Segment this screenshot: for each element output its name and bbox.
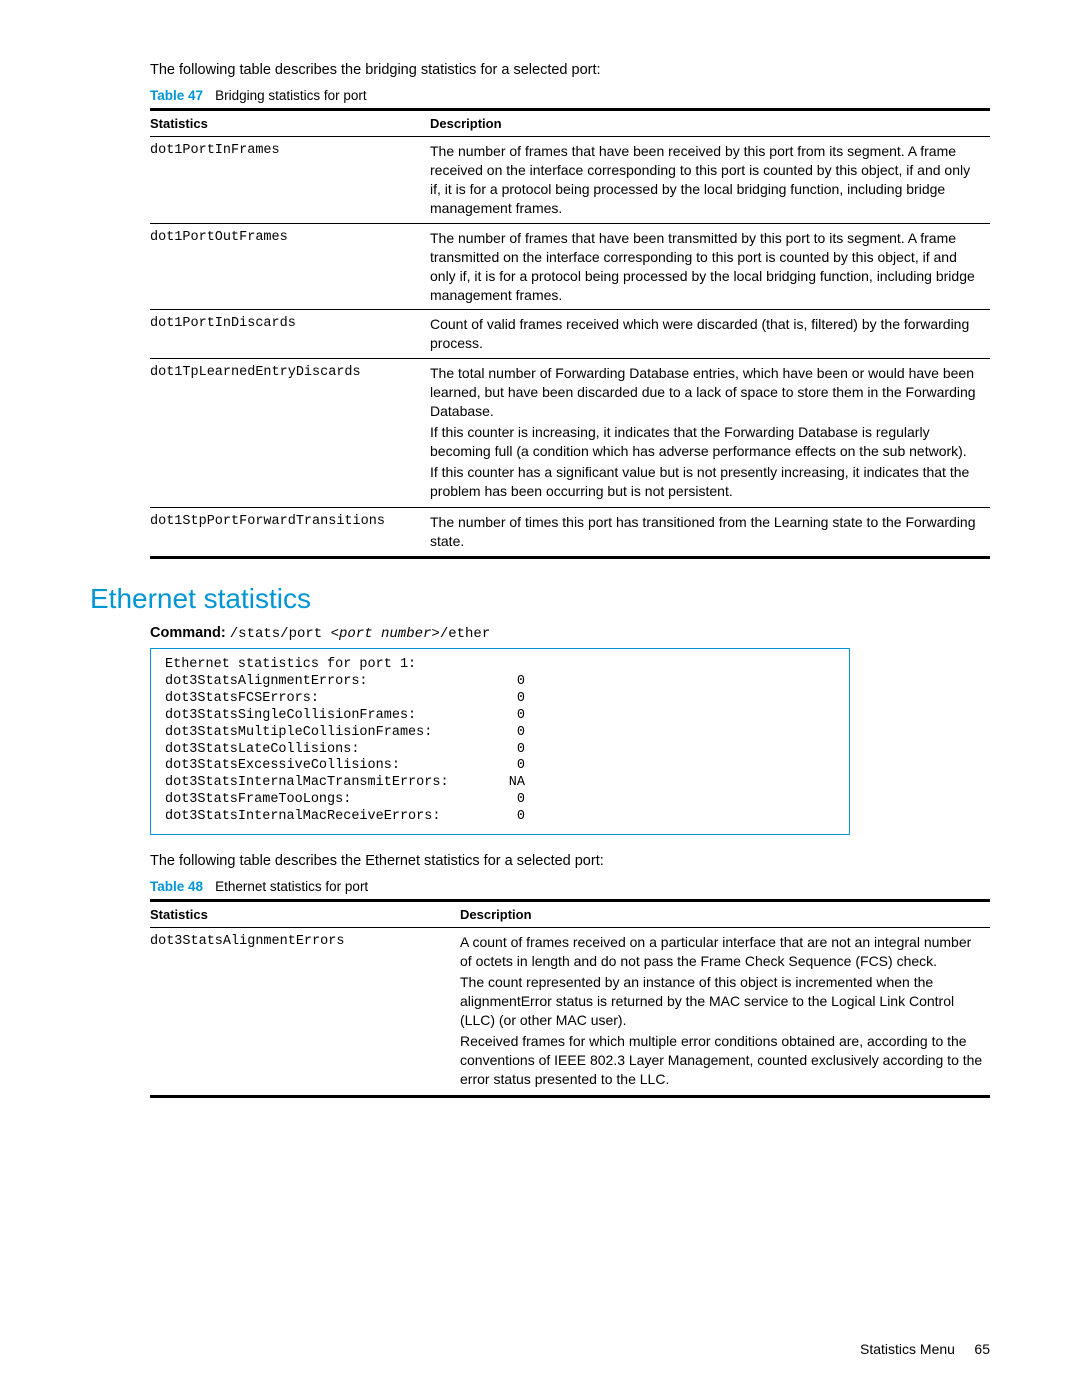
intro-text-48: The following table describes the Ethern… xyxy=(150,851,990,871)
output-line: dot3StatsInternalMacTransmitErrors:NA xyxy=(165,775,835,792)
table-48-header-statistics: Statistics xyxy=(150,901,460,928)
table-row: dot1PortOutFrames The number of frames t… xyxy=(150,223,990,310)
table-48-label: Table 48 xyxy=(150,879,203,894)
table-48-caption: Table 48 Ethernet statistics for port xyxy=(150,879,990,895)
output-line: dot3StatsExcessiveCollisions:0 xyxy=(165,758,835,775)
table-row: dot1StpPortForwardTransitions The number… xyxy=(150,508,990,558)
table-48-header-description: Description xyxy=(460,901,990,928)
footer-section: Statistics Menu xyxy=(860,1341,955,1357)
stat-name: dot1PortOutFrames xyxy=(150,223,430,310)
output-title: Ethernet statistics for port 1: xyxy=(165,657,835,674)
stat-desc: The total number of Forwarding Database … xyxy=(430,359,990,508)
output-line: dot3StatsInternalMacReceiveErrors:0 xyxy=(165,809,835,826)
command-label: Command: xyxy=(150,625,226,641)
output-line: dot3StatsLateCollisions:0 xyxy=(165,742,835,759)
table-row: dot3StatsAlignmentErrors A count of fram… xyxy=(150,928,990,1097)
stat-name: dot1PortInDiscards xyxy=(150,310,430,359)
stat-desc: The number of times this port has transi… xyxy=(430,508,990,558)
command-param: <port number> xyxy=(331,626,440,642)
table-47-header-description: Description xyxy=(430,110,990,137)
output-line: dot3StatsAlignmentErrors:0 xyxy=(165,674,835,691)
table-row: dot1PortInFrames The number of frames th… xyxy=(150,137,990,224)
table-47: Statistics Description dot1PortInFrames … xyxy=(150,108,990,559)
stat-desc: The number of frames that have been rece… xyxy=(430,137,990,224)
section-heading-ethernet: Ethernet statistics xyxy=(90,583,990,615)
table-48: Statistics Description dot3StatsAlignmen… xyxy=(150,899,990,1098)
table-47-header-statistics: Statistics xyxy=(150,110,430,137)
output-line: dot3StatsFrameTooLongs:0 xyxy=(165,792,835,809)
page-footer: Statistics Menu 65 xyxy=(860,1341,990,1357)
table-47-caption: Table 47 Bridging statistics for port xyxy=(150,88,990,104)
stat-name: dot1StpPortForwardTransitions xyxy=(150,508,430,558)
stat-desc: Count of valid frames received which wer… xyxy=(430,310,990,359)
footer-page: 65 xyxy=(974,1341,990,1357)
output-line: dot3StatsSingleCollisionFrames:0 xyxy=(165,708,835,725)
output-line: dot3StatsFCSErrors:0 xyxy=(165,691,835,708)
output-line: dot3StatsMultipleCollisionFrames:0 xyxy=(165,725,835,742)
stat-name: dot1PortInFrames xyxy=(150,137,430,224)
command-output-box: Ethernet statistics for port 1: dot3Stat… xyxy=(150,648,850,835)
command-line: Command: /stats/port <port number>/ether xyxy=(150,625,990,642)
table-47-title: Bridging statistics for port xyxy=(215,88,367,103)
table-47-label: Table 47 xyxy=(150,88,203,103)
stat-name: dot1TpLearnedEntryDiscards xyxy=(150,359,430,508)
table-row: dot1PortInDiscards Count of valid frames… xyxy=(150,310,990,359)
intro-text-47: The following table describes the bridgi… xyxy=(150,60,990,80)
command-suffix: /ether xyxy=(440,626,490,642)
command-prefix: /stats/port xyxy=(230,626,331,642)
table-row: dot1TpLearnedEntryDiscards The total num… xyxy=(150,359,990,508)
stat-desc: The number of frames that have been tran… xyxy=(430,223,990,310)
table-48-title: Ethernet statistics for port xyxy=(215,879,368,894)
stat-desc: A count of frames received on a particul… xyxy=(460,928,990,1097)
stat-name: dot3StatsAlignmentErrors xyxy=(150,928,460,1097)
